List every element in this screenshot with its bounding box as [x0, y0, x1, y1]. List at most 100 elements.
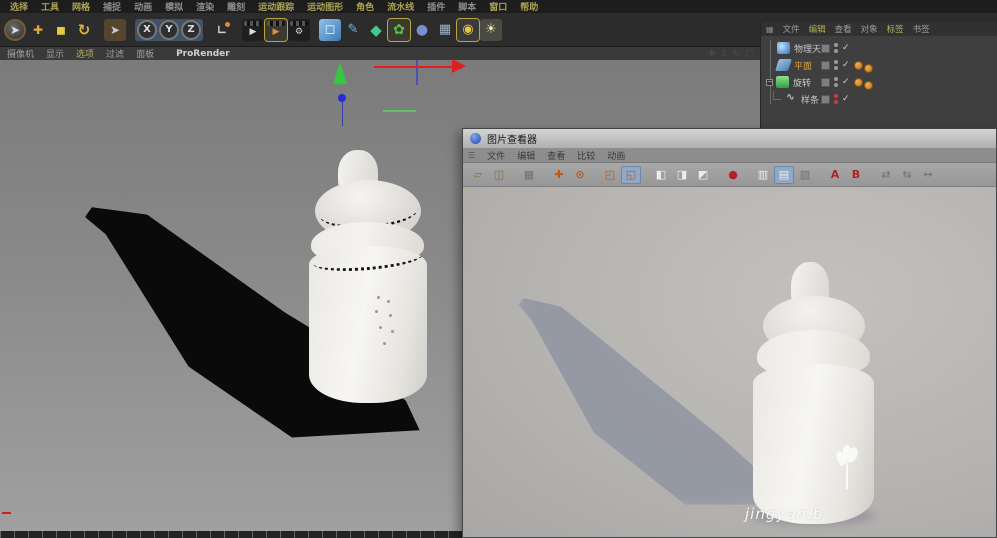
move-tool-icon[interactable]: ✚ — [27, 19, 49, 41]
om-menu-edit[interactable]: 编辑 — [809, 23, 826, 35]
om-menu-file[interactable]: 文件 — [783, 23, 800, 35]
x-axis-arrow-head[interactable] — [452, 59, 466, 73]
om-menu-objects[interactable]: 对象 — [861, 23, 878, 35]
menu-render[interactable]: 渲染 — [196, 0, 214, 13]
zoom-view-icon[interactable]: ⊙ — [570, 166, 590, 184]
menu-snap[interactable]: 捕捉 — [103, 0, 121, 13]
visibility-dots-red[interactable] — [834, 94, 838, 104]
lock-x-axis-icon[interactable]: X — [137, 19, 157, 40]
menu-tools[interactable]: 工具 — [41, 0, 59, 13]
set-as-a-icon[interactable]: A — [825, 166, 845, 184]
dual-view-icon[interactable]: ▤ — [774, 165, 794, 184]
collapse-icon[interactable]: − — [766, 78, 773, 86]
pv-menu-file[interactable]: 文件 — [487, 149, 505, 162]
single-view-icon[interactable]: ▥ — [753, 166, 773, 184]
viewport-menu-cameras[interactable]: 摄像机 — [7, 47, 34, 60]
object-label[interactable]: 平面 — [794, 59, 812, 72]
pv-menu-edit[interactable]: 编辑 — [517, 149, 535, 162]
pv-menu-animation[interactable]: 动画 — [607, 149, 625, 162]
viewport-rotate-icon[interactable]: ↻ — [733, 49, 741, 59]
enable-check-icon[interactable]: ✓ — [842, 77, 850, 87]
texture-tag-icon[interactable] — [863, 80, 873, 90]
layer-toggle[interactable] — [821, 43, 830, 53]
ab-compare-icon[interactable]: ▧ — [795, 166, 815, 184]
rotate-tool-icon[interactable]: ↻ — [73, 19, 95, 41]
texture-tag-icon[interactable] — [853, 60, 863, 70]
viewport-pan-icon[interactable]: ✚ — [708, 49, 716, 59]
menu-mesh[interactable]: 网格 — [72, 0, 90, 13]
panel-grid-icon[interactable]: ▦ — [766, 25, 774, 34]
object-row-lathe[interactable]: − 旋转 ✓ — [761, 74, 997, 90]
viewport-menu-prorender[interactable]: ProRender — [176, 49, 230, 59]
viewport-menu-filter[interactable]: 过滤 — [106, 47, 124, 60]
menu-simulate[interactable]: 模拟 — [165, 0, 183, 13]
menu-mograph[interactable]: 运动图形 — [307, 0, 343, 13]
object-label[interactable]: 旋转 — [793, 76, 811, 89]
swap-ab-icon[interactable]: ⇄ — [876, 166, 896, 184]
enable-check-icon[interactable]: ✓ — [842, 94, 850, 104]
histogram-icon[interactable]: ▦ — [519, 166, 539, 184]
camera-icon[interactable]: ◉ — [456, 17, 480, 42]
hamburger-icon[interactable]: ☰ — [468, 151, 475, 160]
spline-pen-icon[interactable]: ✎ — [342, 19, 364, 41]
texture-tag-icon[interactable] — [863, 63, 873, 73]
live-selection-icon[interactable]: ➤ — [4, 18, 26, 41]
layer-toggle[interactable] — [821, 77, 830, 87]
floor-environment-icon[interactable]: ▦ — [434, 19, 456, 41]
menu-pipeline[interactable]: 流水线 — [387, 0, 414, 13]
fit-horizontal-icon[interactable]: ◨ — [672, 166, 692, 184]
layer-toggle[interactable] — [821, 60, 830, 70]
open-file-icon[interactable]: ▱ — [468, 166, 488, 184]
lock-y-axis-icon[interactable]: Y — [159, 19, 179, 40]
z-axis-handle[interactable] — [338, 94, 346, 102]
lock-z-axis-icon[interactable]: Z — [181, 19, 201, 40]
layer-toggle[interactable] — [821, 94, 830, 104]
menu-plugins[interactable]: 插件 — [427, 0, 445, 13]
zoom-100-icon[interactable]: ◰ — [600, 166, 620, 184]
subdivision-surface-icon[interactable]: ◆ — [365, 19, 387, 41]
offset-ab-icon[interactable]: ↔ — [918, 166, 938, 184]
om-menu-view[interactable]: 查看 — [835, 23, 852, 35]
save-image-icon[interactable]: ◫ — [489, 166, 509, 184]
add-cube-icon[interactable]: ◻ — [319, 18, 341, 41]
rendered-image[interactable]: jingyan.b — [463, 187, 996, 537]
menu-window[interactable]: 窗口 — [489, 0, 507, 13]
visibility-dots[interactable] — [834, 60, 838, 70]
visibility-dots[interactable] — [834, 43, 838, 53]
previous-tool-icon[interactable]: ➤ — [104, 18, 126, 41]
fit-to-view-icon[interactable]: ◧ — [651, 166, 671, 184]
render-picture-viewer-icon[interactable]: ▶ — [264, 17, 288, 42]
menu-select[interactable]: 选择 — [10, 0, 28, 13]
object-row-physical-sky[interactable]: 物理天空 ✓ — [761, 40, 997, 56]
picture-viewer-titlebar[interactable]: 图片查看器 — [463, 129, 996, 149]
deformer-icon[interactable]: ✿ — [387, 17, 411, 42]
move-view-icon[interactable]: ✚ — [549, 166, 569, 184]
y-axis-arrow[interactable] — [333, 62, 347, 84]
viewport-menu-panel[interactable]: 面板 — [136, 47, 154, 60]
menu-motion-tracker[interactable]: 运动跟踪 — [258, 0, 294, 13]
om-menu-bookmarks[interactable]: 书签 — [913, 23, 930, 35]
volume-icon[interactable]: ● — [411, 19, 433, 41]
visibility-dots[interactable] — [834, 77, 838, 87]
enable-check-icon[interactable]: ✓ — [842, 60, 850, 70]
pv-menu-compare[interactable]: 比较 — [577, 149, 595, 162]
menu-character[interactable]: 角色 — [356, 0, 374, 13]
viewport-menu-display[interactable]: 显示 — [46, 47, 64, 60]
om-menu-tags[interactable]: 标签 — [887, 23, 904, 35]
render-view-icon[interactable]: ▶ — [242, 18, 264, 41]
object-row-plane[interactable]: 平面 ✓ — [761, 57, 997, 73]
link-ab-icon[interactable]: ⇆ — [897, 166, 917, 184]
object-label[interactable]: 样条 — [801, 93, 819, 106]
coordinate-system-icon[interactable]: ∟ — [211, 19, 233, 41]
viewport-toggle-icon[interactable]: ▢ — [745, 49, 754, 59]
menu-sculpt[interactable]: 雕刻 — [227, 0, 245, 13]
viewport-menu-options[interactable]: 选项 — [76, 47, 94, 60]
viewport-zoom-icon[interactable]: ⇕ — [720, 49, 728, 59]
fit-vertical-icon[interactable]: ◩ — [693, 166, 713, 184]
texture-tag-icon[interactable] — [853, 77, 863, 87]
render-settings-icon[interactable]: ⚙ — [288, 18, 310, 41]
menu-help[interactable]: 帮助 — [520, 0, 538, 13]
menu-animate[interactable]: 动画 — [134, 0, 152, 13]
set-as-b-icon[interactable]: B — [846, 166, 866, 184]
menu-script[interactable]: 脚本 — [458, 0, 476, 13]
